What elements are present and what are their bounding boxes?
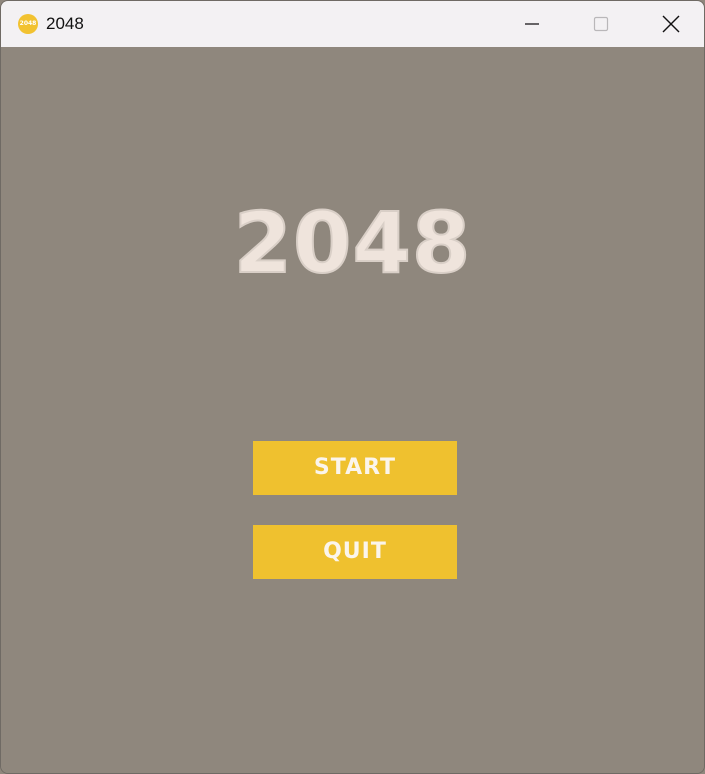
maximize-icon (593, 16, 609, 32)
2048-coin-icon: 2048 (18, 14, 38, 34)
window-title: 2048 (46, 14, 84, 33)
close-button[interactable] (636, 1, 704, 47)
close-icon (662, 15, 680, 33)
title-bar[interactable]: 2048 2048 (1, 1, 704, 47)
game-title: 2048 (233, 194, 472, 292)
game-window: 2048 2048 2048 START QUIT (0, 0, 705, 774)
minimize-icon (525, 23, 539, 25)
maximize-button[interactable] (566, 1, 636, 47)
main-menu: 2048 START QUIT (1, 47, 704, 773)
start-button[interactable]: START (253, 441, 457, 495)
quit-button[interactable]: QUIT (253, 525, 457, 579)
minimize-button[interactable] (497, 1, 567, 47)
